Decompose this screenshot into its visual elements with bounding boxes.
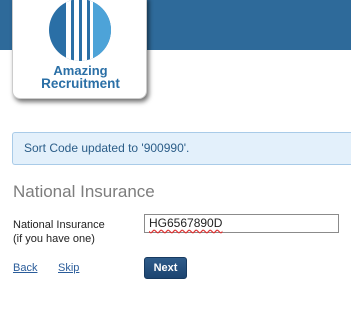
label-line2: (if you have one) — [13, 233, 95, 245]
next-button[interactable]: Next — [144, 257, 187, 279]
success-alert: Sort Code updated to '900990'. — [12, 132, 351, 165]
logo-mark-icon — [49, 0, 111, 61]
national-insurance-input[interactable]: HG6567890D — [144, 214, 339, 233]
logo: Amazing Recruitment — [12, 0, 147, 99]
alert-message: Sort Code updated to '900990'. — [24, 141, 190, 155]
skip-link[interactable]: Skip — [58, 262, 79, 274]
section-title: National Insurance — [13, 182, 155, 201]
logo-text-line2: Recruitment — [41, 76, 120, 91]
back-link[interactable]: Back — [13, 262, 37, 274]
label-line1: National Insurance — [13, 219, 105, 231]
national-insurance-label: National Insurance (if you have one) — [13, 218, 105, 246]
